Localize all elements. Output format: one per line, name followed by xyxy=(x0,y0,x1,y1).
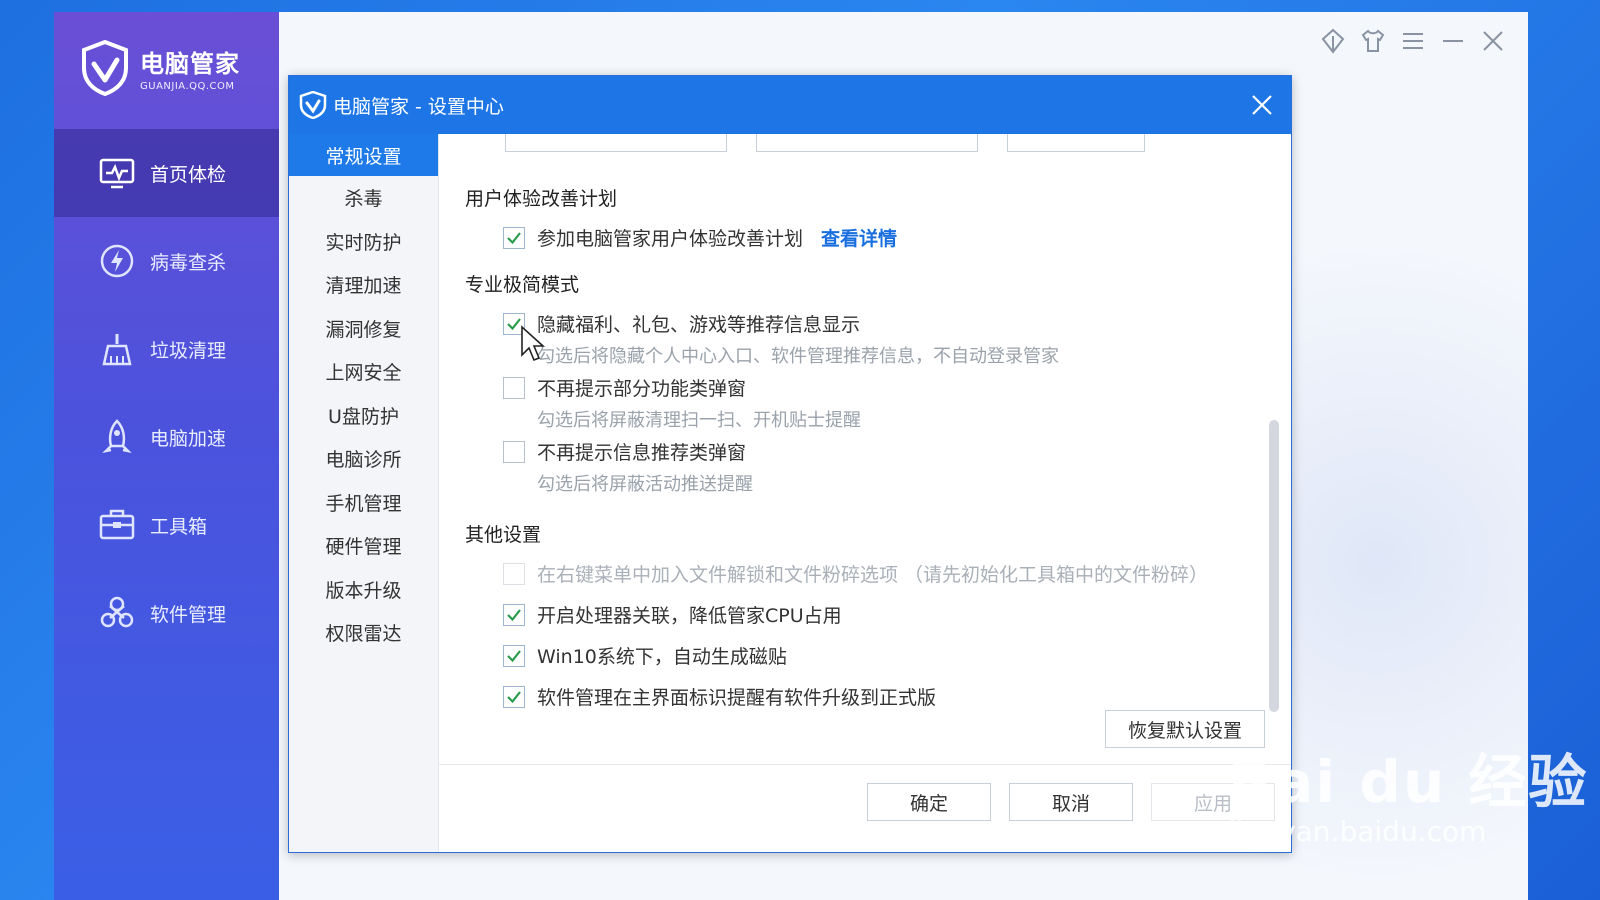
option-hint: 勾选后将隐藏个人中心入口、软件管理推荐信息，不自动登录管家 xyxy=(537,346,1059,367)
lightning-shield-icon xyxy=(100,244,134,278)
checkmark-icon xyxy=(507,649,521,662)
sidebar-item-virus-scan[interactable]: 病毒查杀 xyxy=(54,217,279,305)
sidebar-item-label: 电脑加速 xyxy=(150,427,227,450)
cpu-affinity-checkbox[interactable] xyxy=(503,603,525,626)
baidu-watermark: Bai du 经验 jingyan.baidu.com xyxy=(1228,735,1588,848)
context-menu-shred-checkbox xyxy=(503,562,525,585)
option-hint: 勾选后将屏蔽活动推送提醒 xyxy=(537,474,753,495)
scrollbar[interactable] xyxy=(1269,420,1279,712)
shield-logo-icon xyxy=(82,40,128,96)
section-title-other: 其他设置 xyxy=(465,524,542,546)
dialog-title-bar[interactable]: 电脑管家 - 设置中心 xyxy=(289,76,1291,134)
checkmark-icon xyxy=(507,690,521,703)
view-details-link[interactable]: 查看详情 xyxy=(821,224,897,251)
sidebar-item-junk-clean[interactable]: 垃圾清理 xyxy=(54,305,279,393)
settings-menu-item-patch[interactable]: 漏洞修复 xyxy=(289,307,438,351)
settings-menu-item-clinic[interactable]: 电脑诊所 xyxy=(289,437,438,481)
no-info-popup-option[interactable]: 不再提示信息推荐类弹窗 xyxy=(503,438,746,465)
app-logo: 电脑管家 GUANJIA.QQ.COM xyxy=(80,40,240,96)
win10-tile-checkbox[interactable] xyxy=(503,644,525,667)
option-label: 隐藏福利、礼包、游戏等推荐信息显示 xyxy=(537,314,861,336)
logo-title: 电脑管家 xyxy=(140,50,240,78)
context-menu-shred-option: 在右键菜单中加入文件解锁和文件粉碎选项 （请先初始化工具箱中的文件粉碎） xyxy=(503,560,1208,587)
footer-divider xyxy=(439,764,1291,765)
close-icon[interactable] xyxy=(1245,88,1279,122)
cancel-button[interactable]: 取消 xyxy=(1009,783,1133,821)
option-label: 开启处理器关联，降低管家CPU占用 xyxy=(537,605,842,627)
settings-menu-item-permission[interactable]: 权限雷达 xyxy=(289,611,438,655)
sidebar-item-label: 病毒查杀 xyxy=(150,251,227,274)
settings-menu-item-realtime[interactable]: 实时防护 xyxy=(289,220,438,264)
software-upgrade-badge-option[interactable]: 软件管理在主界面标识提醒有软件升级到正式版 xyxy=(503,683,936,710)
broom-icon xyxy=(102,334,132,366)
settings-menu-item-hardware[interactable]: 硬件管理 xyxy=(289,524,438,568)
cpu-affinity-option[interactable]: 开启处理器关联，降低管家CPU占用 xyxy=(503,601,842,628)
settings-dialog: 电脑管家 - 设置中心 常规设置 杀毒 实时防护 清理加速 漏洞修复 上网安全 … xyxy=(288,75,1292,853)
minimize-icon[interactable] xyxy=(1440,28,1466,54)
settings-menu-item-phone[interactable]: 手机管理 xyxy=(289,481,438,525)
cutoff-input xyxy=(505,134,727,152)
option-label: 不再提示信息推荐类弹窗 xyxy=(537,442,747,464)
sidebar: 电脑管家 GUANJIA.QQ.COM 首页体检 病毒查杀 垃圾清理 电脑加速 … xyxy=(54,12,279,900)
sidebar-item-toolbox[interactable]: 工具箱 xyxy=(54,481,279,569)
shirt-icon[interactable] xyxy=(1360,28,1386,54)
logo-subtitle: GUANJIA.QQ.COM xyxy=(140,81,235,92)
software-upgrade-badge-checkbox[interactable] xyxy=(503,685,525,708)
watermark-url: jingyan.baidu.com xyxy=(1228,815,1487,848)
option-label: 在右键菜单中加入文件解锁和文件粉碎选项 （请先初始化工具箱中的文件粉碎） xyxy=(537,564,1209,586)
window-controls xyxy=(1320,28,1506,54)
section-title-pro: 专业极简模式 xyxy=(465,274,580,296)
rocket-icon xyxy=(102,419,132,454)
checkmark-icon xyxy=(507,231,521,244)
ux-plan-checkbox[interactable] xyxy=(503,226,525,249)
menu-icon[interactable] xyxy=(1400,28,1426,54)
no-function-popup-option[interactable]: 不再提示部分功能类弹窗 xyxy=(503,374,746,401)
sidebar-item-label: 软件管理 xyxy=(150,603,227,626)
cutoff-input xyxy=(1007,134,1145,152)
monitor-icon xyxy=(99,158,135,189)
cutoff-input xyxy=(756,134,978,152)
settings-menu-item-web-security[interactable]: 上网安全 xyxy=(289,350,438,394)
mouse-cursor-icon xyxy=(521,325,546,362)
settings-menu-item-general[interactable]: 常规设置 xyxy=(289,134,438,176)
sidebar-item-label: 首页体检 xyxy=(150,163,227,186)
checkmark-icon xyxy=(507,608,521,621)
sidebar-item-home-check[interactable]: 首页体检 xyxy=(54,129,279,217)
close-icon[interactable] xyxy=(1480,28,1506,54)
settings-menu-item-antivirus[interactable]: 杀毒 xyxy=(289,176,438,220)
win10-tile-option[interactable]: Win10系统下，自动生成磁贴 xyxy=(503,642,787,669)
skin-diamond-icon[interactable] xyxy=(1320,28,1346,54)
no-info-popup-checkbox[interactable] xyxy=(503,440,525,463)
option-label: Win10系统下，自动生成磁贴 xyxy=(537,646,787,668)
watermark-title: Bai du 经验 xyxy=(1228,748,1589,816)
no-function-popup-checkbox[interactable] xyxy=(503,376,525,399)
shield-logo-icon xyxy=(299,91,327,119)
ux-plan-option[interactable]: 参加电脑管家用户体验改善计划 查看详情 xyxy=(503,224,897,251)
sidebar-nav: 首页体检 病毒查杀 垃圾清理 电脑加速 工具箱 软件管理 xyxy=(54,129,279,657)
option-hint: 勾选后将屏蔽清理扫一扫、开机贴士提醒 xyxy=(537,410,861,431)
apps-icon xyxy=(100,596,134,628)
sidebar-item-speed-up[interactable]: 电脑加速 xyxy=(54,393,279,481)
sidebar-item-software[interactable]: 软件管理 xyxy=(54,569,279,657)
settings-content: 用户体验改善计划 参加电脑管家用户体验改善计划 查看详情 专业极简模式 隐藏福利… xyxy=(439,134,1291,852)
dialog-title: 电脑管家 - 设置中心 xyxy=(333,95,504,118)
hide-recommend-option[interactable]: 隐藏福利、礼包、游戏等推荐信息显示 xyxy=(503,310,860,337)
settings-menu: 常规设置 杀毒 实时防护 清理加速 漏洞修复 上网安全 U盘防护 电脑诊所 手机… xyxy=(289,134,439,852)
toolbox-icon xyxy=(99,509,135,540)
sidebar-item-label: 垃圾清理 xyxy=(150,339,227,362)
sidebar-item-label: 工具箱 xyxy=(150,515,208,538)
settings-menu-item-cleanup[interactable]: 清理加速 xyxy=(289,263,438,307)
ok-button[interactable]: 确定 xyxy=(867,783,991,821)
ux-plan-label: 参加电脑管家用户体验改善计划 xyxy=(537,228,804,250)
settings-menu-item-usb[interactable]: U盘防护 xyxy=(289,394,438,438)
option-label: 不再提示部分功能类弹窗 xyxy=(537,378,747,400)
settings-menu-item-upgrade[interactable]: 版本升级 xyxy=(289,568,438,612)
option-label: 软件管理在主界面标识提醒有软件升级到正式版 xyxy=(537,687,937,709)
section-title-ux: 用户体验改善计划 xyxy=(465,188,618,210)
